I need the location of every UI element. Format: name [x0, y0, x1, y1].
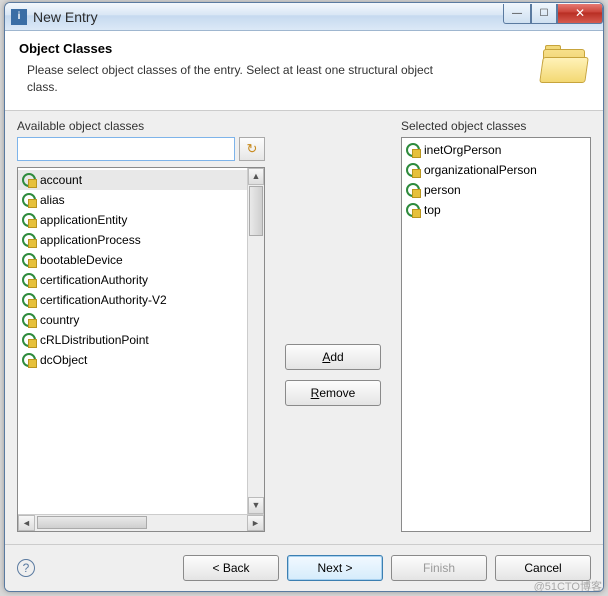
wizard-window: i New Entry — ☐ ✕ Object Classes Please … [4, 2, 604, 592]
list-item-label: person [424, 183, 461, 197]
refresh-button[interactable]: ↻ [239, 137, 265, 161]
titlebar[interactable]: i New Entry — ☐ ✕ [5, 3, 603, 31]
object-class-icon [22, 313, 36, 327]
list-item-label: account [40, 173, 82, 187]
available-label: Available object classes [17, 119, 265, 133]
scroll-right-icon[interactable]: ► [247, 515, 264, 531]
list-item[interactable]: certificationAuthority [18, 270, 247, 290]
object-class-icon [22, 173, 36, 187]
selected-column: Selected object classes inetOrgPerson org… [401, 119, 591, 532]
list-item-label: certificationAuthority [40, 273, 148, 287]
list-item-label: applicationProcess [40, 233, 141, 247]
list-item[interactable]: inetOrgPerson [402, 140, 590, 160]
add-button[interactable]: Add [285, 344, 381, 370]
minimize-button[interactable]: — [503, 4, 531, 24]
available-listbox[interactable]: account alias applicationEntity application… [17, 167, 265, 532]
list-item-label: inetOrgPerson [424, 143, 501, 157]
action-column: Add Remove [273, 119, 393, 532]
list-item[interactable]: country [18, 310, 247, 330]
list-item[interactable]: account [18, 170, 247, 190]
wizard-footer: ? < Back Next > Finish Cancel [5, 544, 603, 591]
list-item-label: certificationAuthority-V2 [40, 293, 167, 307]
close-button[interactable]: ✕ [557, 4, 603, 24]
list-item-label: top [424, 203, 441, 217]
folder-icon [541, 45, 589, 85]
list-item[interactable]: applicationEntity [18, 210, 247, 230]
object-class-icon [406, 163, 420, 177]
header-text: Object Classes Please select object clas… [19, 41, 541, 96]
search-row: ↻ [17, 137, 265, 161]
object-class-icon [22, 293, 36, 307]
selected-label: Selected object classes [401, 119, 591, 133]
finish-button: Finish [391, 555, 487, 581]
list-item-label: dcObject [40, 353, 87, 367]
selected-listbox[interactable]: inetOrgPerson organizationalPerson person t… [401, 137, 591, 532]
next-button[interactable]: Next > [287, 555, 383, 581]
remove-button[interactable]: Remove [285, 380, 381, 406]
scrollbar-horizontal[interactable]: ◄ ► [18, 514, 264, 531]
list-item[interactable]: top [402, 200, 590, 220]
available-column: Available object classes ↻ accountaliasa… [17, 119, 265, 532]
watermark: @51CTO博客 [534, 578, 602, 594]
object-class-icon [22, 253, 36, 267]
object-class-icon [406, 143, 420, 157]
wizard-header: Object Classes Please select object clas… [5, 31, 603, 111]
help-icon[interactable]: ? [17, 559, 35, 577]
search-input[interactable] [17, 137, 235, 161]
object-class-icon [22, 233, 36, 247]
list-item[interactable]: person [402, 180, 590, 200]
window-title: New Entry [33, 9, 503, 25]
list-item-label: alias [40, 193, 65, 207]
list-item[interactable]: alias [18, 190, 247, 210]
app-icon: i [11, 9, 27, 25]
object-class-icon [406, 203, 420, 217]
scroll-thumb[interactable] [249, 186, 263, 236]
page-description: Please select object classes of the entr… [27, 62, 447, 96]
window-buttons: — ☐ ✕ [503, 4, 603, 24]
object-class-icon [406, 183, 420, 197]
list-item-label: bootableDevice [40, 253, 123, 267]
list-item[interactable]: cRLDistributionPoint [18, 330, 247, 350]
object-class-icon [22, 273, 36, 287]
list-item[interactable]: organizationalPerson [402, 160, 590, 180]
object-class-icon [22, 193, 36, 207]
back-button[interactable]: < Back [183, 555, 279, 581]
wizard-body: Available object classes ↻ accountaliasa… [5, 111, 603, 544]
list-item[interactable]: applicationProcess [18, 230, 247, 250]
scroll-up-icon[interactable]: ▲ [248, 168, 264, 185]
list-item[interactable]: certificationAuthority-V2 [18, 290, 247, 310]
object-class-icon [22, 333, 36, 347]
scroll-thumb-h[interactable] [37, 516, 147, 529]
list-item-label: applicationEntity [40, 213, 127, 227]
scroll-down-icon[interactable]: ▼ [248, 497, 264, 514]
list-item-label: cRLDistributionPoint [40, 333, 149, 347]
list-item-label: country [40, 313, 79, 327]
scrollbar-vertical[interactable]: ▲ ▼ [247, 168, 264, 514]
maximize-button[interactable]: ☐ [531, 4, 557, 24]
object-class-icon [22, 353, 36, 367]
page-title: Object Classes [19, 41, 541, 56]
list-item[interactable]: dcObject [18, 350, 247, 370]
list-item[interactable]: bootableDevice [18, 250, 247, 270]
list-item-label: organizationalPerson [424, 163, 537, 177]
scroll-left-icon[interactable]: ◄ [18, 515, 35, 531]
object-class-icon [22, 213, 36, 227]
